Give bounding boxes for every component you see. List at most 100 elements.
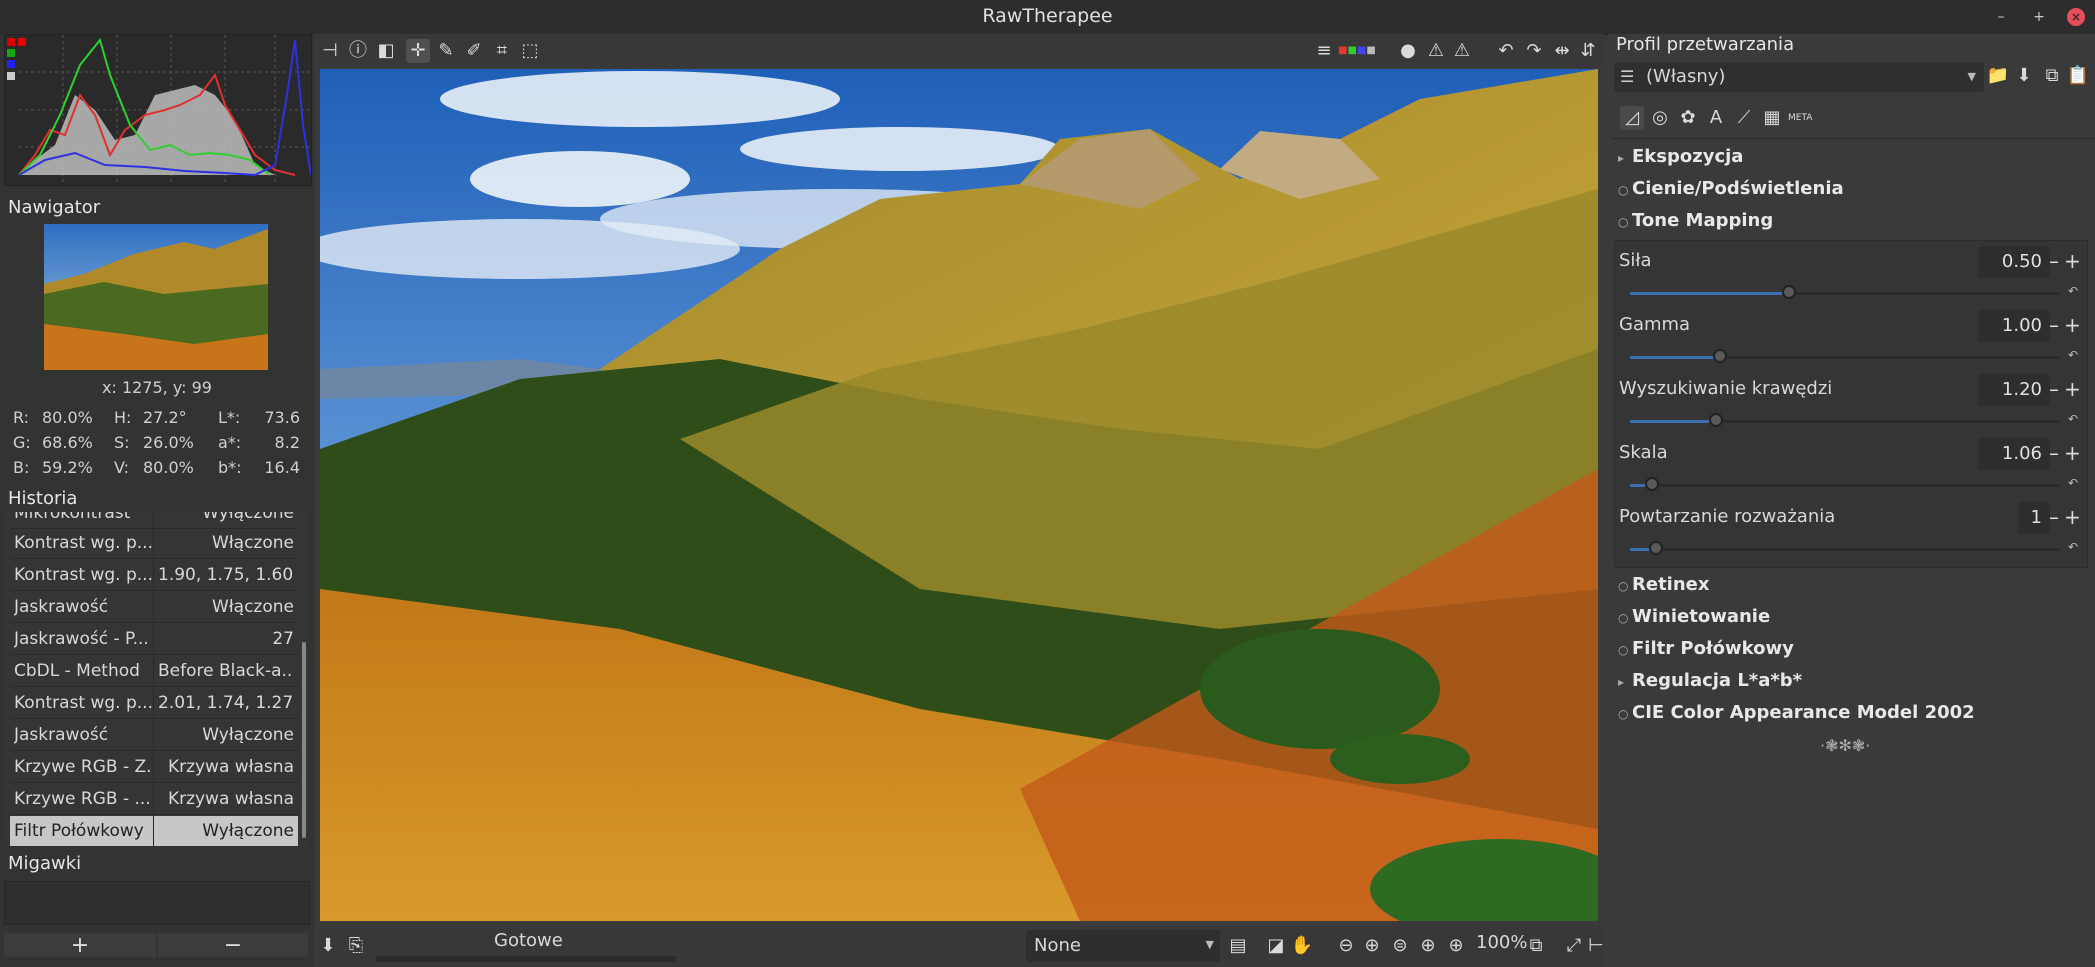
decrement-button[interactable]: –: [2046, 505, 2062, 529]
crop-icon[interactable]: ⌗: [490, 39, 514, 63]
navigator-thumbnail[interactable]: [44, 224, 268, 370]
new-detail-window-icon[interactable]: ⧉: [1524, 934, 1548, 958]
param-slider[interactable]: [1630, 349, 2060, 363]
zoom-fit-icon[interactable]: ⊜: [1388, 934, 1412, 958]
hide-left-panel-icon[interactable]: ⊣: [318, 39, 342, 63]
param-value-input[interactable]: 1.06: [1978, 438, 2050, 470]
increment-button[interactable]: +: [2064, 377, 2081, 401]
tool-ciecam02[interactable]: ○ CIE Color Appearance Model 2002: [1618, 702, 1975, 723]
zoom-100-icon[interactable]: ⊕: [1444, 934, 1468, 958]
history-scrollbar[interactable]: [302, 642, 306, 838]
focus-mask-icon[interactable]: ●: [1396, 39, 1420, 63]
white-balance-picker-icon[interactable]: ✎: [434, 39, 458, 63]
minimize-button[interactable]: –: [1992, 8, 2010, 26]
hand-tool-icon[interactable]: ✛: [406, 39, 430, 63]
reset-icon[interactable]: ↶: [2068, 476, 2078, 490]
tool-exposure[interactable]: ▸ Ekspozycja: [1618, 146, 1743, 167]
ornament-divider-icon: ·❃✻❃·: [1820, 736, 1871, 755]
param-slider[interactable]: [1630, 477, 2060, 491]
save-profile-icon[interactable]: ⬇: [2012, 64, 2036, 88]
tab-metadata[interactable]: META: [1788, 106, 1812, 130]
flip-vertical-icon[interactable]: ⇵: [1576, 39, 1600, 63]
increment-button[interactable]: +: [2064, 313, 2081, 337]
decrement-button[interactable]: –: [2046, 377, 2062, 401]
history-row[interactable]: Mikrokontrast Wyłączone: [10, 512, 298, 529]
param-value-input[interactable]: 1.20: [1978, 374, 2050, 406]
flip-horizontal-icon[interactable]: ⇹: [1550, 39, 1574, 63]
history-row[interactable]: Krzywe RGB - Z... Krzywa własna: [10, 752, 298, 783]
copy-profile-icon[interactable]: ⧉: [2040, 64, 2064, 88]
param-slider[interactable]: [1630, 541, 2060, 555]
tool-lab-adjustments[interactable]: ▸ Regulacja L*a*b*: [1618, 670, 1802, 691]
tool-label: Filtr Połówkowy: [1632, 638, 1794, 659]
param-value-input[interactable]: 1.00: [1978, 310, 2050, 342]
fullscreen-icon[interactable]: ⤢: [1562, 934, 1586, 958]
tab-advanced-icon[interactable]: A: [1704, 106, 1728, 130]
hide-right-panel-icon[interactable]: ⊢: [1584, 934, 1608, 958]
slider-knob[interactable]: [1648, 541, 1663, 555]
open-profile-icon[interactable]: 📁: [1986, 64, 2010, 88]
output-profile-select[interactable]: None ▼: [1026, 930, 1220, 962]
param-value-input[interactable]: 0.50: [1978, 246, 2050, 278]
history-row[interactable]: Jaskrawość Wyłączone: [10, 720, 298, 751]
param-slider[interactable]: [1630, 413, 2060, 427]
zoom-in-icon[interactable]: ⊕: [1360, 934, 1384, 958]
slider-knob[interactable]: [1709, 413, 1723, 427]
maximize-button[interactable]: +: [2030, 8, 2048, 26]
reset-icon[interactable]: ↶: [2068, 540, 2078, 554]
increment-button[interactable]: +: [2064, 249, 2081, 273]
decrement-button[interactable]: –: [2046, 249, 2062, 273]
softproof-icon[interactable]: ◪: [1264, 934, 1288, 958]
param-slider[interactable]: [1630, 285, 2060, 299]
rotate-left-icon[interactable]: ↶: [1494, 39, 1518, 63]
tab-raw-icon[interactable]: ▦: [1760, 106, 1784, 130]
history-row-selected[interactable]: Filtr Połówkowy Wyłączone: [10, 816, 298, 846]
history-row[interactable]: Kontrast wg. p... 2.01, 1.74, 1.27, 1...: [10, 688, 298, 719]
paste-profile-icon[interactable]: 📋: [2066, 64, 2090, 88]
tab-transform-icon[interactable]: ⟋: [1732, 106, 1756, 130]
channel-toggle-icon[interactable]: ■■■■: [1338, 39, 1376, 63]
tool-graduated-filter[interactable]: ○ Filtr Połówkowy: [1618, 638, 1794, 659]
preview-mode-icon[interactable]: ≡: [1312, 39, 1336, 63]
tab-detail-icon[interactable]: ◎: [1648, 106, 1672, 130]
tab-exposure-icon[interactable]: ◿: [1620, 106, 1644, 130]
zoom-out-icon[interactable]: ⊖: [1334, 934, 1358, 958]
slider-knob[interactable]: [1644, 477, 1659, 491]
tool-shadows-highlights[interactable]: ○ Cienie/Podświetlenia: [1618, 178, 1844, 199]
history-row[interactable]: Kontrast wg. p... 1.90, 1.75, 1.60, ...: [10, 560, 298, 591]
tab-color-icon[interactable]: ✿: [1676, 106, 1700, 130]
decrement-button[interactable]: –: [2046, 441, 2062, 465]
zoom-fit-crop-icon[interactable]: ⊕: [1416, 934, 1440, 958]
before-after-icon[interactable]: ◧: [374, 39, 398, 63]
gamut-check-icon[interactable]: ▤: [1226, 934, 1250, 958]
history-row[interactable]: Krzywe RGB - ... Krzywa własna: [10, 784, 298, 815]
tool-vignetting[interactable]: ○ Winietowanie: [1618, 606, 1770, 627]
send-to-editor-icon[interactable]: ⎘: [344, 934, 368, 958]
straighten-icon[interactable]: ⬚: [518, 39, 542, 63]
reset-icon[interactable]: ↶: [2068, 284, 2078, 298]
tool-retinex[interactable]: ○ Retinex: [1618, 574, 1709, 595]
history-row[interactable]: CbDL - Method Before Black-a...: [10, 656, 298, 687]
decrement-button[interactable]: –: [2046, 313, 2062, 337]
history-row[interactable]: Jaskrawość - P... 27: [10, 624, 298, 655]
info-icon[interactable]: ⓘ: [346, 39, 370, 63]
add-snapshot-button[interactable]: +: [4, 933, 156, 958]
history-row[interactable]: Kontrast wg. p... Włączone: [10, 528, 298, 559]
hand-icon[interactable]: ✋: [1290, 934, 1314, 958]
profile-select[interactable]: ☰ (Własny) ▼: [1614, 62, 1984, 92]
reset-icon[interactable]: ↶: [2068, 348, 2078, 362]
highlight-warning-icon[interactable]: ⚠: [1450, 39, 1474, 63]
increment-button[interactable]: +: [2064, 505, 2081, 529]
slider-knob[interactable]: [1782, 285, 1797, 299]
rotate-right-icon[interactable]: ↷: [1522, 39, 1546, 63]
increment-button[interactable]: +: [2064, 441, 2081, 465]
color-picker-icon[interactable]: ✐: [462, 39, 486, 63]
tool-tone-mapping[interactable]: ○ Tone Mapping: [1618, 210, 1773, 231]
main-image-preview[interactable]: [320, 69, 1598, 921]
reset-icon[interactable]: ↶: [2068, 412, 2078, 426]
close-button[interactable]: ×: [2067, 8, 2085, 26]
save-image-icon[interactable]: ⬇: [316, 934, 340, 958]
shadow-warning-icon[interactable]: ⚠: [1424, 39, 1448, 63]
history-row[interactable]: Jaskrawość Włączone: [10, 592, 298, 623]
remove-snapshot-button[interactable]: −: [158, 933, 308, 958]
